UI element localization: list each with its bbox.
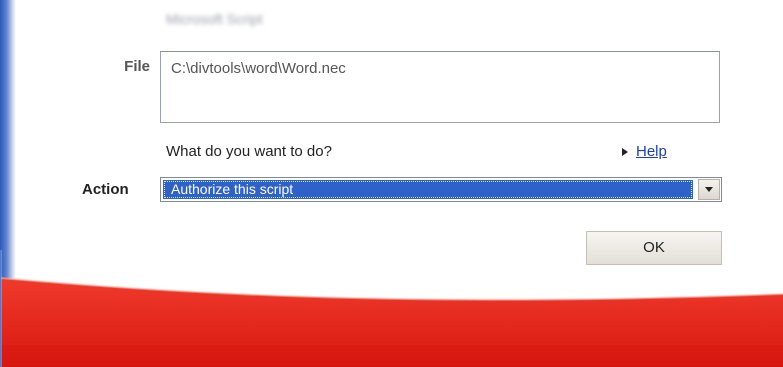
file-path-box: C:\divtools\word\Word.nec (160, 51, 720, 123)
arrow-right-icon (622, 147, 628, 156)
help-link-label: Help (636, 143, 667, 160)
dropdown-button[interactable] (698, 179, 720, 200)
chevron-down-icon (705, 187, 713, 192)
action-select[interactable]: Authorize this script (160, 177, 722, 202)
dialog-title: Microsoft Script (166, 11, 263, 27)
decorative-swoosh (0, 250, 783, 367)
file-path-text: C:\divtools\word\Word.nec (171, 60, 346, 77)
help-link[interactable]: Help (622, 143, 667, 160)
action-select-value: Authorize this script (163, 180, 693, 199)
action-label: Action (82, 181, 129, 198)
file-label: File (124, 58, 150, 75)
action-question: What do you want to do? (166, 143, 332, 160)
dialog-panel: Microsoft Script File C:\divtools\word\W… (0, 0, 783, 367)
